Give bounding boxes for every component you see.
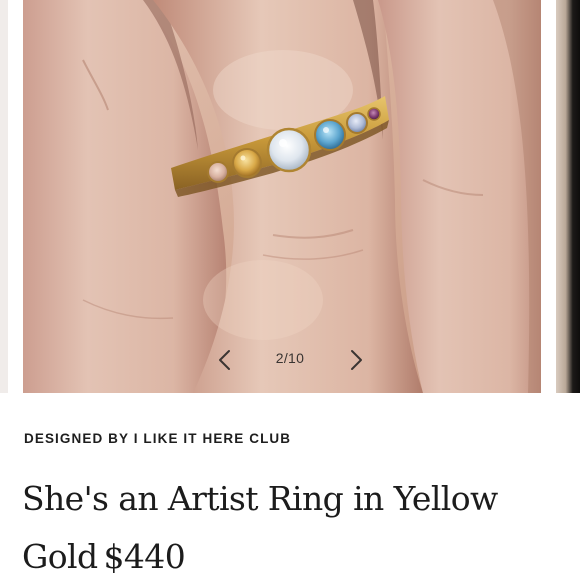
product-price: $440 bbox=[103, 537, 186, 576]
image-carousel[interactable]: 2/10 bbox=[0, 0, 580, 393]
product-photo[interactable] bbox=[23, 0, 541, 393]
chevron-right-icon bbox=[351, 350, 362, 370]
carousel-next-button[interactable] bbox=[342, 346, 370, 374]
next-image-peek bbox=[556, 0, 580, 393]
product-title: She's an Artist Ring in Yellow Gold $440 bbox=[22, 470, 562, 580]
chevron-left-icon bbox=[219, 350, 230, 370]
carousel-prev-button[interactable] bbox=[211, 346, 239, 374]
product-name: She's an Artist Ring in Yellow Gold bbox=[22, 479, 498, 576]
designer-label: DESIGNED BY I LIKE IT HERE CLUB bbox=[24, 431, 292, 446]
product-page: 2/10 DESIGNED BY I LIKE IT HERE CLUB She… bbox=[0, 0, 580, 580]
previous-image-peek bbox=[0, 0, 8, 393]
carousel-gap bbox=[541, 0, 556, 393]
carousel-counter: 2/10 bbox=[275, 350, 305, 366]
carousel-gap bbox=[8, 0, 23, 393]
